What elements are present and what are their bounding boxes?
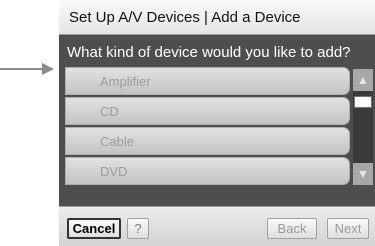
list-scrollbar[interactable]: ▲ ▼ <box>353 69 373 185</box>
scroll-down-icon[interactable]: ▼ <box>353 163 373 185</box>
list-item-label: DVD <box>100 164 128 179</box>
dialog-footer: Cancel ? Back Next <box>59 206 375 246</box>
scroll-up-icon[interactable]: ▲ <box>353 69 373 91</box>
dialog-title: Set Up A/V Devices | Add a Device <box>69 9 301 26</box>
list-item-cd[interactable]: CD <box>65 97 350 125</box>
device-list: Amplifier CD Cable DVD <box>65 67 352 185</box>
device-question: What kind of device would you like to ad… <box>67 44 351 61</box>
list-item-cable[interactable]: Cable <box>65 127 350 155</box>
list-item-label: Cable <box>100 134 134 149</box>
list-item-dvd[interactable]: DVD <box>65 157 350 185</box>
back-button[interactable]: Back <box>267 218 317 239</box>
scroll-thumb[interactable] <box>354 96 372 108</box>
help-button[interactable]: ? <box>127 218 149 239</box>
title-bar: Set Up A/V Devices | Add a Device <box>59 0 375 35</box>
list-item-label: Amplifier <box>100 74 151 89</box>
pointer-arrow-icon <box>0 63 54 75</box>
cancel-button[interactable]: Cancel <box>67 218 121 239</box>
next-button[interactable]: Next <box>327 218 369 239</box>
list-item-label: CD <box>100 104 119 119</box>
list-item-amplifier[interactable]: Amplifier <box>65 67 350 95</box>
add-device-dialog: Set Up A/V Devices | Add a Device What k… <box>59 0 375 246</box>
